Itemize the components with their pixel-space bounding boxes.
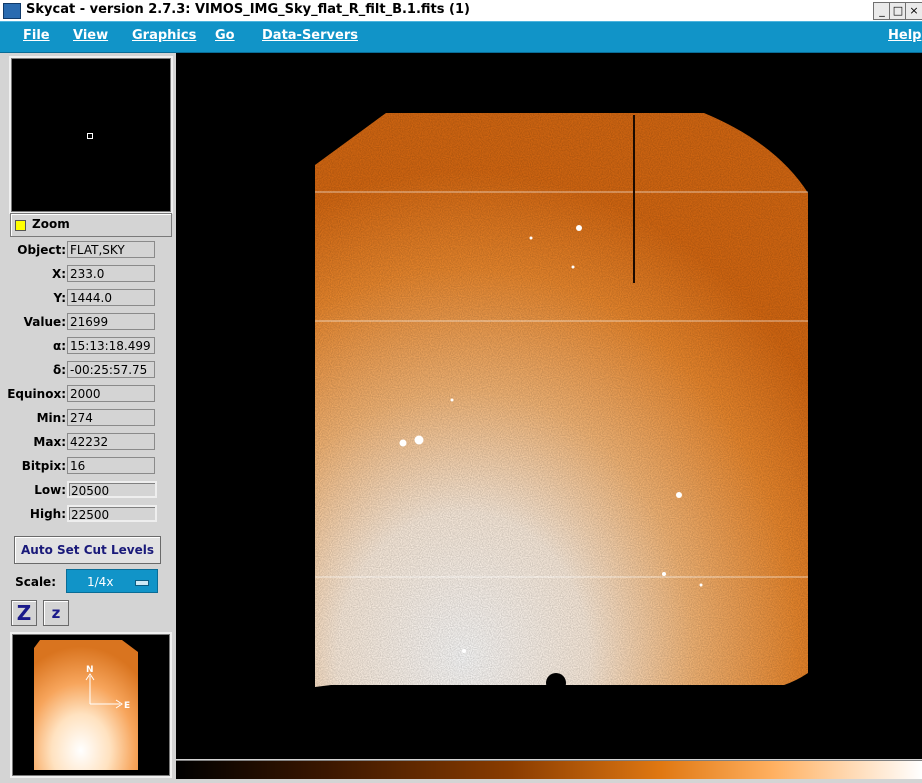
window-title: Skycat - version 2.7.3: VIMOS_IMG_Sky_fl… xyxy=(26,2,470,17)
compass-east-label: E xyxy=(124,701,130,711)
image-canvas[interactable] xyxy=(176,53,922,759)
x-value: 233.0 xyxy=(67,265,155,282)
detector-defect xyxy=(546,673,566,693)
equinox-label: Equinox: xyxy=(7,387,66,401)
menu-go[interactable]: Go xyxy=(215,28,235,43)
object-value: FLAT,SKY xyxy=(67,241,155,258)
cursor-marker xyxy=(87,133,93,139)
noise-overlay xyxy=(315,113,808,687)
max-row: Max: 42232 xyxy=(6,433,174,453)
pixel-value-row: Value: 21699 xyxy=(6,313,174,333)
high-row: High: 22500 xyxy=(6,505,174,525)
dec-label: δ: xyxy=(52,363,66,377)
high-label: High: xyxy=(29,507,66,521)
dec-row: δ: -00:25:57.75 xyxy=(6,361,174,381)
scale-select[interactable]: 1/4x xyxy=(66,569,158,593)
thumbnail-detector-area xyxy=(34,640,138,770)
bitpix-label: Bitpix: xyxy=(21,459,66,473)
low-label: Low: xyxy=(34,483,66,497)
ra-row: α: 15:13:18.499 xyxy=(6,337,174,357)
equinox-row: Equinox: 2000 xyxy=(6,385,174,405)
fits-image xyxy=(315,113,808,693)
zoom-label: Zoom xyxy=(32,217,70,231)
high-cut-field[interactable]: 22500 xyxy=(67,505,157,522)
menubar: File View Graphics Go Data-Servers Help xyxy=(0,21,922,53)
auto-set-cut-levels-button[interactable]: Auto Set Cut Levels xyxy=(14,536,161,564)
scale-value: 1/4x xyxy=(87,575,114,589)
pixel-value-label: Value: xyxy=(23,315,66,329)
low-row: Low: 20500 xyxy=(6,481,174,501)
window-titlebar: Skycat - version 2.7.3: VIMOS_IMG_Sky_fl… xyxy=(0,0,922,22)
menu-file[interactable]: File xyxy=(23,28,50,43)
min-value: 274 xyxy=(67,409,155,426)
panner-thumbnail[interactable]: N E xyxy=(10,632,172,778)
zoom-out-button[interactable]: z xyxy=(43,600,69,626)
x-row: X: 233.0 xyxy=(6,265,174,285)
x-label: X: xyxy=(51,267,66,281)
object-label: Object: xyxy=(17,243,66,257)
menu-data-servers[interactable]: Data-Servers xyxy=(262,28,358,43)
bitpix-row: Bitpix: 16 xyxy=(6,457,174,477)
max-label: Max: xyxy=(33,435,66,449)
dec-value: -00:25:57.75 xyxy=(67,361,155,378)
option-menu-indicator-icon xyxy=(135,580,149,586)
colormap-bar[interactable] xyxy=(176,760,922,779)
close-button[interactable]: × xyxy=(905,2,922,20)
menu-view[interactable]: View xyxy=(73,28,108,43)
menu-graphics[interactable]: Graphics xyxy=(132,28,196,43)
pixel-value: 21699 xyxy=(67,313,155,330)
max-value: 42232 xyxy=(67,433,155,450)
ra-value: 15:13:18.499 xyxy=(67,337,155,354)
equinox-value: 2000 xyxy=(67,385,155,402)
scale-label: Scale: xyxy=(15,575,56,589)
thumbnail-image: N E xyxy=(34,640,138,770)
compass-north-label: N xyxy=(86,665,94,675)
menu-help[interactable]: Help xyxy=(888,28,921,43)
control-panel: Zoom Object: FLAT,SKY X: 233.0 Y: 1444.0… xyxy=(6,53,174,778)
object-row: Object: FLAT,SKY xyxy=(6,241,174,261)
zoom-toggle[interactable]: Zoom xyxy=(10,213,172,237)
low-cut-field[interactable]: 20500 xyxy=(67,481,157,498)
min-label: Min: xyxy=(36,411,66,425)
bitpix-value: 16 xyxy=(67,457,155,474)
zoom-checkbox[interactable] xyxy=(15,220,26,231)
y-value: 1444.0 xyxy=(67,289,155,306)
zoom-in-button[interactable]: Z xyxy=(11,600,37,626)
min-row: Min: 274 xyxy=(6,409,174,429)
app-icon[interactable] xyxy=(3,3,21,19)
zoom-window[interactable] xyxy=(9,56,173,214)
ra-label: α: xyxy=(52,339,66,353)
y-label: Y: xyxy=(53,291,66,305)
y-row: Y: 1444.0 xyxy=(6,289,174,309)
